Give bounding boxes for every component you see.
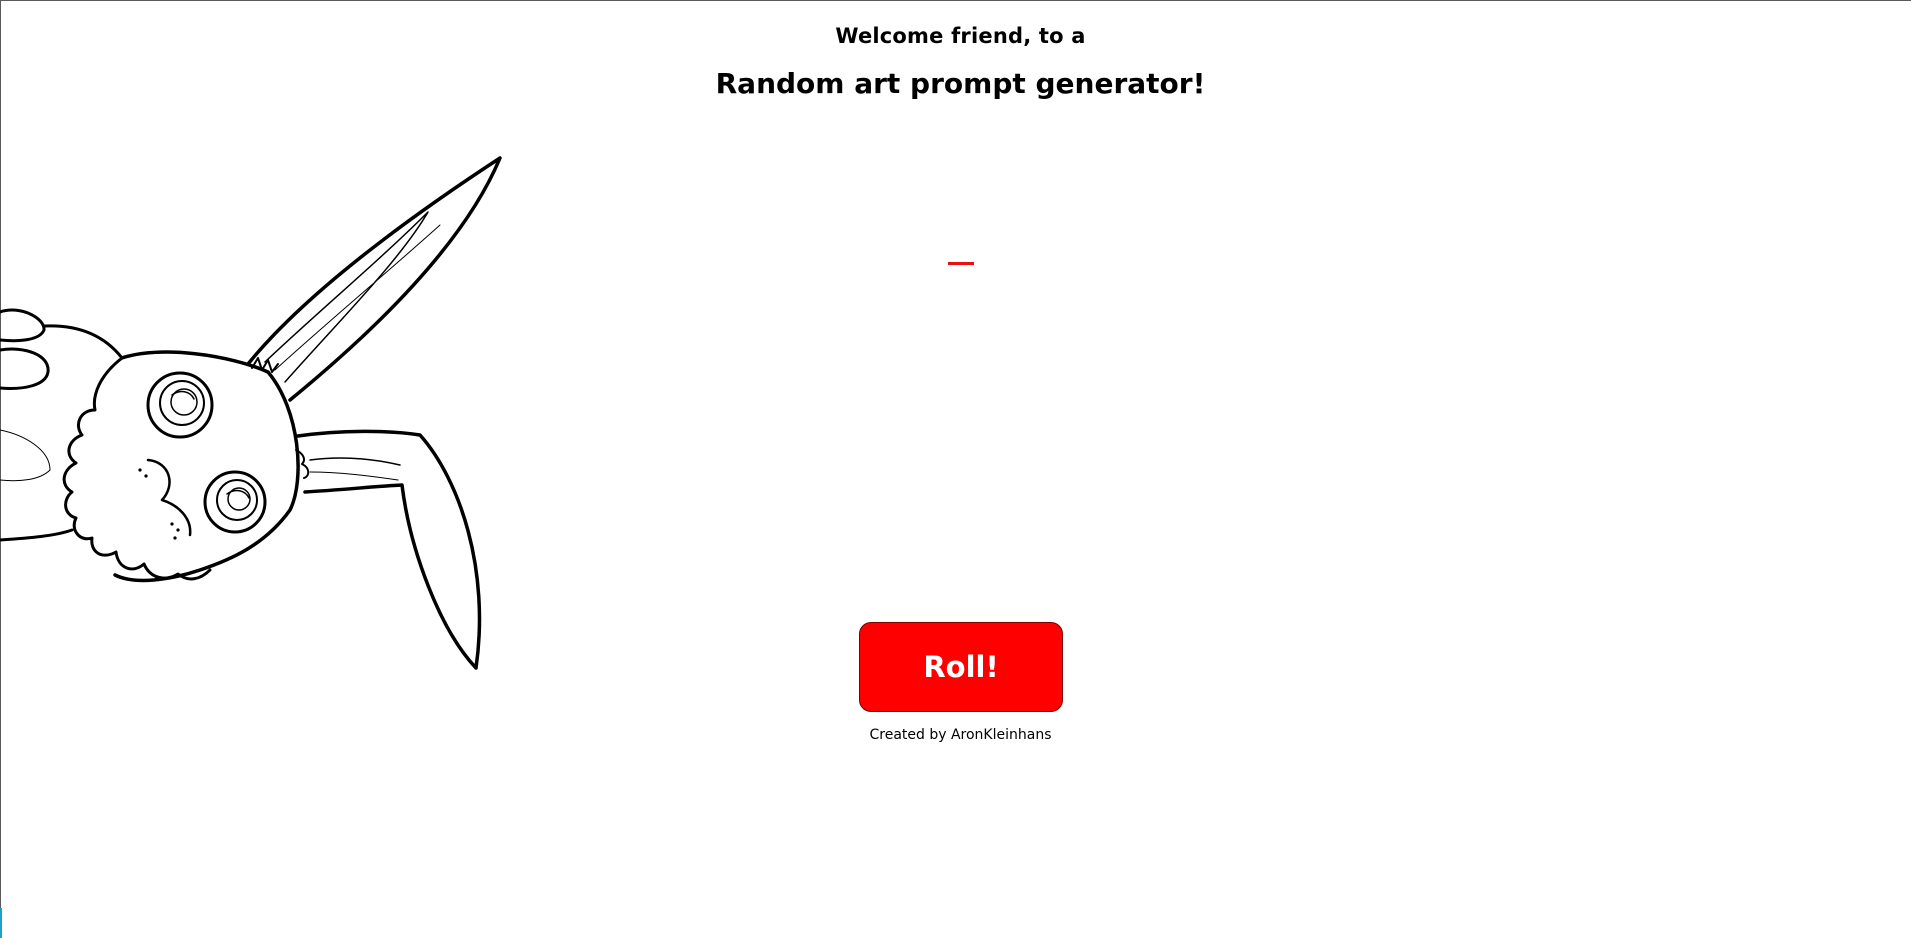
roll-button[interactable]: Roll! (859, 622, 1063, 712)
prompt-output (948, 262, 974, 265)
bunny-right-eye (203, 470, 267, 534)
credit-text: Created by AronKleinhans (869, 727, 1052, 743)
page-title: Random art prompt generator! (715, 67, 1206, 100)
window-top-border (0, 0, 1911, 1)
bunny-illustration (0, 156, 502, 670)
bunny-left-eye (146, 371, 214, 439)
bunny-upper-ear (246, 156, 502, 402)
welcome-text: Welcome friend, to a (835, 24, 1086, 48)
window-edge-accent (0, 908, 2, 938)
bunny-lower-ear (296, 429, 482, 670)
